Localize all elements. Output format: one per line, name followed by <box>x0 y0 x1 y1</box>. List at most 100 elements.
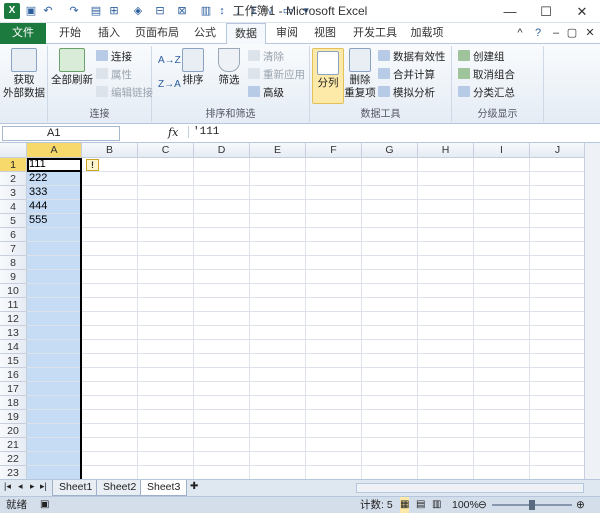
cell-e7[interactable] <box>250 242 306 256</box>
cell-f1[interactable] <box>306 158 362 172</box>
tab-home[interactable]: 开始 <box>50 23 90 44</box>
page-layout-view-icon[interactable]: ▤ <box>416 497 425 513</box>
cell-e14[interactable] <box>250 340 306 354</box>
cell-c2[interactable] <box>138 172 194 186</box>
cell-e2[interactable] <box>250 172 306 186</box>
column-header-h[interactable]: H <box>418 143 474 158</box>
cell-h23[interactable] <box>418 466 474 479</box>
cell-b7[interactable] <box>82 242 138 256</box>
cell-b2[interactable] <box>82 172 138 186</box>
fx-icon[interactable]: fx <box>168 126 178 139</box>
cell-e11[interactable] <box>250 298 306 312</box>
cell-g13[interactable] <box>362 326 418 340</box>
cell-f23[interactable] <box>306 466 362 479</box>
cell-f9[interactable] <box>306 270 362 284</box>
cell-i17[interactable] <box>474 382 530 396</box>
cell-b17[interactable] <box>82 382 138 396</box>
tab-review[interactable]: 审阅 <box>268 23 306 44</box>
cell-i18[interactable] <box>474 396 530 410</box>
cell-i10[interactable] <box>474 284 530 298</box>
cell-f5[interactable] <box>306 214 362 228</box>
cell-a15[interactable] <box>27 354 82 368</box>
row-header-8[interactable]: 8 <box>0 256 27 270</box>
tab-data[interactable]: 数据 <box>226 23 266 45</box>
cell-a3[interactable]: 333 <box>27 186 82 200</box>
tab-view[interactable]: 视图 <box>306 23 344 44</box>
cell-f7[interactable] <box>306 242 362 256</box>
cell-h12[interactable] <box>418 312 474 326</box>
cell-c5[interactable] <box>138 214 194 228</box>
cell-j6[interactable] <box>530 228 584 242</box>
prev-sheet-icon[interactable]: ◂ <box>18 481 23 492</box>
advanced-button[interactable]: 高级 <box>248 86 284 100</box>
macro-record-icon[interactable]: ▣ <box>40 497 49 513</box>
cell-i6[interactable] <box>474 228 530 242</box>
cell-e8[interactable] <box>250 256 306 270</box>
cell-c11[interactable] <box>138 298 194 312</box>
cell-e12[interactable] <box>250 312 306 326</box>
cell-a6[interactable] <box>27 228 82 242</box>
cell-h8[interactable] <box>418 256 474 270</box>
cell-e18[interactable] <box>250 396 306 410</box>
cell-g6[interactable] <box>362 228 418 242</box>
ungroup-button[interactable]: 取消组合 <box>458 68 515 82</box>
cell-b16[interactable] <box>82 368 138 382</box>
cell-a18[interactable] <box>27 396 82 410</box>
row-header-15[interactable]: 15 <box>0 354 27 368</box>
row-header-2[interactable]: 2 <box>0 172 27 186</box>
row-header-6[interactable]: 6 <box>0 228 27 242</box>
cell-c4[interactable] <box>138 200 194 214</box>
column-header-i[interactable]: I <box>474 143 530 158</box>
cell-c18[interactable] <box>138 396 194 410</box>
cell-j13[interactable] <box>530 326 584 340</box>
row-header-3[interactable]: 3 <box>0 186 27 200</box>
row-header-10[interactable]: 10 <box>0 284 27 298</box>
cell-h10[interactable] <box>418 284 474 298</box>
cell-j15[interactable] <box>530 354 584 368</box>
cell-h6[interactable] <box>418 228 474 242</box>
cell-c14[interactable] <box>138 340 194 354</box>
sort-button[interactable]: 排序 <box>178 48 208 87</box>
cell-f10[interactable] <box>306 284 362 298</box>
cell-f4[interactable] <box>306 200 362 214</box>
cell-c8[interactable] <box>138 256 194 270</box>
cell-b18[interactable] <box>82 396 138 410</box>
cell-j1[interactable] <box>530 158 584 172</box>
cell-i5[interactable] <box>474 214 530 228</box>
cell-d21[interactable] <box>194 438 250 452</box>
cell-g10[interactable] <box>362 284 418 298</box>
normal-view-icon[interactable]: ▦ <box>400 497 410 513</box>
cell-j21[interactable] <box>530 438 584 452</box>
get-external-data-button[interactable]: 获取 外部数据 <box>2 48 46 100</box>
cell-a13[interactable] <box>27 326 82 340</box>
row-header-14[interactable]: 14 <box>0 340 27 354</box>
cell-g3[interactable] <box>362 186 418 200</box>
cell-a21[interactable] <box>27 438 82 452</box>
cell-h22[interactable] <box>418 452 474 466</box>
cell-j22[interactable] <box>530 452 584 466</box>
cell-j4[interactable] <box>530 200 584 214</box>
cell-h15[interactable] <box>418 354 474 368</box>
row-header-5[interactable]: 5 <box>0 214 27 228</box>
tab-file[interactable]: 文件 <box>0 23 46 44</box>
tab-insert[interactable]: 插入 <box>90 23 128 44</box>
sheet-tab-3[interactable]: Sheet3 <box>140 480 188 496</box>
cell-d2[interactable] <box>194 172 250 186</box>
cell-h3[interactable] <box>418 186 474 200</box>
last-sheet-icon[interactable]: ▸| <box>40 481 47 492</box>
data-validation-button[interactable]: 数据有效性 <box>378 50 446 64</box>
cell-f8[interactable] <box>306 256 362 270</box>
tab-formulas[interactable]: 公式 <box>186 23 224 44</box>
cell-e16[interactable] <box>250 368 306 382</box>
cell-d9[interactable] <box>194 270 250 284</box>
tab-developer[interactable]: 开发工具 <box>346 23 404 44</box>
cell-b12[interactable] <box>82 312 138 326</box>
cell-f3[interactable] <box>306 186 362 200</box>
cell-d16[interactable] <box>194 368 250 382</box>
cell-b15[interactable] <box>82 354 138 368</box>
cell-d8[interactable] <box>194 256 250 270</box>
cell-a7[interactable] <box>27 242 82 256</box>
column-header-d[interactable]: D <box>194 143 250 158</box>
reapply-button[interactable]: 重新应用 <box>248 68 305 82</box>
cell-j9[interactable] <box>530 270 584 284</box>
